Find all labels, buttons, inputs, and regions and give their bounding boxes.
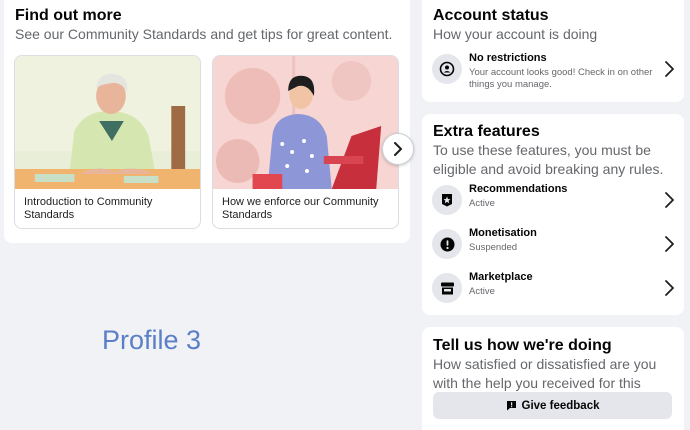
article-card-introduction[interactable]: Introduction to Community Standards	[14, 55, 201, 229]
account-status-subtitle: How your account is doing	[433, 26, 598, 42]
feature-status: Active	[469, 198, 495, 209]
feature-status: Suspended	[469, 242, 518, 253]
extra-features-title: Extra features	[433, 123, 540, 140]
alert-icon	[432, 229, 462, 259]
user-shield-icon	[432, 54, 462, 84]
extra-features-card: Extra features To use these features, yo…	[422, 114, 684, 315]
carousel-next-button[interactable]	[382, 133, 414, 165]
store-icon	[432, 273, 462, 303]
chevron-right-icon	[394, 142, 402, 156]
extra-features-subtitle: To use these features, you must be eligi…	[433, 142, 664, 177]
article-caption: Introduction to Community Standards	[24, 196, 153, 221]
article-card-enforcement[interactable]: How we enforce our Community Standards	[212, 55, 399, 229]
find-out-more-subtitle: See our Community Standards and get tips…	[15, 26, 393, 42]
woman-using-laptop-illustration	[213, 56, 398, 189]
no-restrictions-row[interactable]: No restrictions Your account looks good!…	[432, 50, 676, 90]
find-out-more-card: Find out more See our Community Standard…	[4, 0, 410, 243]
feature-row-marketplace[interactable]: Marketplace Active	[432, 269, 676, 309]
account-status-card: Account status How your account is doing…	[422, 0, 684, 102]
give-feedback-label: Give feedback	[521, 399, 600, 412]
feature-status: Active	[469, 286, 495, 297]
chevron-right-icon	[665, 192, 674, 208]
chevron-right-icon	[665, 280, 674, 296]
chevron-right-icon	[665, 61, 674, 77]
feedback-card: Tell us how we're doing How satisfied or…	[422, 327, 684, 430]
give-feedback-button[interactable]: Give feedback	[433, 392, 672, 419]
feature-row-recommendations[interactable]: Recommendations Active	[432, 181, 676, 221]
feature-label: Monetisation	[469, 227, 537, 239]
feature-label: Recommendations	[469, 183, 568, 195]
chevron-right-icon	[665, 236, 674, 252]
star-badge-icon	[432, 185, 462, 215]
row-label: No restrictions	[469, 52, 547, 64]
find-out-more-title: Find out more	[15, 7, 122, 24]
article-caption: How we enforce our Community Standards	[222, 196, 379, 221]
feature-row-monetisation[interactable]: Monetisation Suspended	[432, 225, 676, 265]
feature-label: Marketplace	[469, 271, 533, 283]
elderly-man-at-table-illustration	[15, 56, 200, 189]
feedback-icon	[506, 401, 516, 411]
feedback-title: Tell us how we're doing	[433, 337, 612, 354]
row-detail: Your account looks good! Check in on oth…	[469, 67, 653, 90]
account-status-title: Account status	[433, 7, 549, 24]
profile-label: Profile 3	[102, 325, 202, 355]
